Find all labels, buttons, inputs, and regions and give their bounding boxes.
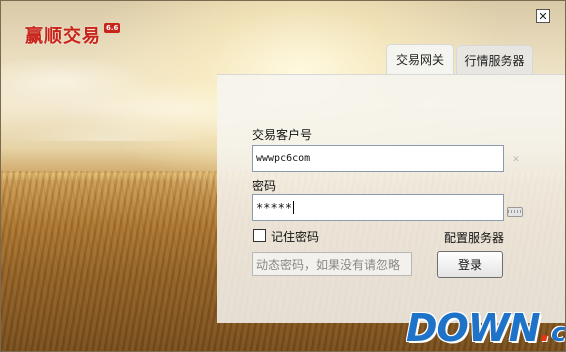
password-label: 密码 <box>252 179 277 193</box>
dynamic-password-input[interactable]: 动态密码，如果没有请忽略 <box>252 252 412 276</box>
account-label: 交易客户号 <box>252 128 313 142</box>
tab-quote-server[interactable]: 行情服务器 <box>456 45 533 74</box>
watermark-logo: DOWN . cc <box>406 306 566 350</box>
account-value: wwwpc6com <box>256 153 311 164</box>
login-button-label: 登录 <box>457 258 482 272</box>
login-button[interactable]: 登录 <box>437 251 503 278</box>
tab-label: 行情服务器 <box>464 53 525 68</box>
text-caret <box>293 201 295 214</box>
clear-icon[interactable]: ✕ <box>509 156 523 165</box>
watermark-dot: . <box>539 314 551 349</box>
keyboard-icon[interactable] <box>507 207 523 217</box>
watermark-main: DOWN <box>406 306 541 350</box>
close-icon: ✕ <box>538 9 548 23</box>
tab-trade-gateway[interactable]: 交易网关 <box>386 44 454 74</box>
config-server-link[interactable]: 配置服务器 <box>444 229 504 246</box>
tab-label: 交易网关 <box>395 53 444 67</box>
password-input[interactable]: ***** <box>252 194 504 221</box>
app-logo: 赢顺交易 6.6 <box>25 22 121 48</box>
brand-version-badge: 6.6 <box>104 23 121 33</box>
login-window: 赢顺交易 6.6 ✕ 交易网关 行情服务器 交易客户号 wwwpc6com ✕ … <box>0 0 566 352</box>
brand-name: 赢顺交易 <box>25 26 101 47</box>
close-button[interactable]: ✕ <box>536 9 550 23</box>
remember-password-checkbox[interactable] <box>253 229 266 242</box>
password-value: ***** <box>256 200 293 215</box>
remember-password-label[interactable]: 记住密码 <box>271 228 319 245</box>
dynamic-password-placeholder: 动态密码，如果没有请忽略 <box>256 257 401 272</box>
watermark-suffix: cc <box>550 318 566 348</box>
account-input[interactable]: wwwpc6com <box>252 145 504 172</box>
